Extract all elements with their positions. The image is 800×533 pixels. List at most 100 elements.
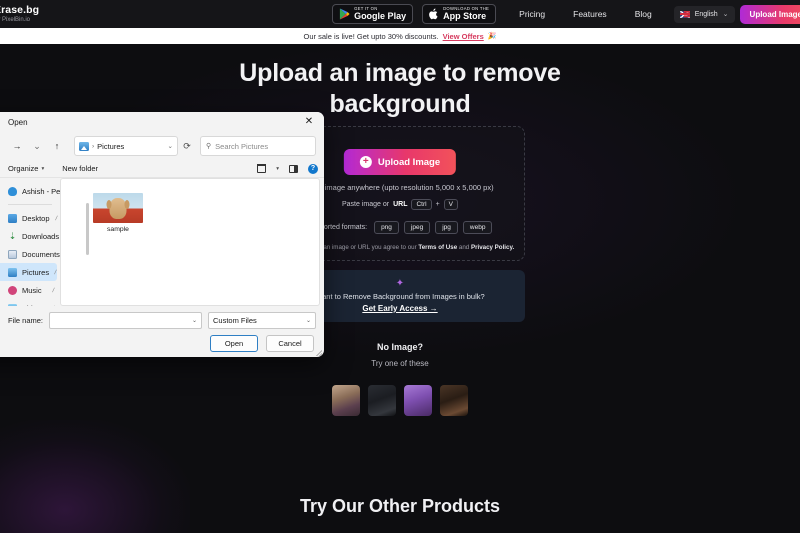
file-name-row: File name: ⌄ Custom Files ⌄	[8, 312, 316, 329]
key-v: V	[443, 199, 459, 210]
sale-banner: Our sale is live! Get upto 30% discounts…	[0, 28, 800, 44]
key-ctrl: Ctrl	[411, 199, 432, 210]
sale-text: Our sale is live! Get upto 30% discounts…	[303, 31, 439, 41]
site-logo[interactable]: Erase.bg by PixelBin.io	[0, 5, 39, 23]
sidebar-item-downloads[interactable]: ⇣ Downloads \	[0, 227, 60, 245]
new-folder-button[interactable]: New folder	[62, 164, 98, 173]
breadcrumb[interactable]: › Pictures ⌄	[74, 136, 178, 156]
upload-image-button[interactable]: + Upload Image	[343, 149, 457, 175]
upload-image-label: Upload Image	[377, 156, 441, 168]
downloads-icon: ⇣	[8, 230, 17, 241]
terms-and: and	[458, 244, 470, 251]
file-list-area[interactable]: sample	[60, 178, 320, 306]
hero-title-line1: Upload an image to remove	[239, 59, 561, 87]
apple-icon	[429, 8, 438, 20]
refresh-icon[interactable]: ⟳	[178, 141, 196, 152]
chevron-down-icon: ⌄	[305, 318, 311, 324]
google-play-button[interactable]: GET IT ON Google Play	[332, 4, 414, 24]
format-png: png	[374, 221, 399, 234]
sidebar-item-music[interactable]: Music \	[0, 281, 60, 299]
sample-image-3[interactable]	[404, 385, 432, 416]
cancel-button[interactable]: Cancel	[266, 335, 314, 352]
pictures-folder-icon	[79, 141, 89, 151]
documents-icon	[8, 249, 17, 259]
organize-label: Organize	[8, 164, 39, 173]
pin-icon: \	[52, 268, 58, 276]
breadcrumb-separator: ›	[92, 142, 95, 150]
logo-name: Erase.bg	[0, 4, 40, 17]
list-item[interactable]: sample	[87, 193, 149, 233]
organize-button[interactable]: Organize ▾	[8, 164, 44, 173]
dog-photo-thumbnail	[93, 193, 143, 223]
paste-prefix: Paste image or	[341, 201, 390, 208]
resize-grip[interactable]	[314, 348, 322, 356]
sidebar-item-label: Ashish - Personal	[22, 186, 60, 196]
sidebar-item-pictures[interactable]: Pictures \	[0, 263, 58, 281]
sidebar-divider	[8, 204, 52, 205]
view-layout-icon[interactable]	[257, 164, 267, 173]
language-label: English	[694, 10, 718, 18]
uk-flag-icon	[679, 10, 690, 18]
nav-pricing[interactable]: Pricing	[519, 9, 545, 19]
open-file-dialog: Open ✕ → ⌄ ↑ › Pictures ⌄ ⟳ ⚲ Search Pic…	[0, 112, 324, 357]
format-jpeg: jpeg	[403, 221, 431, 234]
header-upload-image-button[interactable]: Upload Image	[739, 4, 800, 24]
file-name-input[interactable]: ⌄	[49, 312, 202, 329]
file-type-select[interactable]: Custom Files ⌄	[208, 312, 316, 329]
help-icon[interactable]: ?	[308, 163, 318, 174]
sample-image-2[interactable]	[368, 385, 396, 416]
header-right: GET IT ON Google Play Download on the Ap…	[332, 4, 800, 24]
preview-pane-icon[interactable]	[289, 164, 298, 173]
terms-of-use-link[interactable]: Terms of Use	[418, 244, 457, 251]
desktop-icon	[8, 213, 17, 223]
sidebar-item-desktop[interactable]: Desktop \	[0, 209, 60, 227]
google-play-label: Google Play	[354, 11, 407, 22]
up-icon[interactable]: ↑	[48, 137, 66, 155]
recent-locations-icon[interactable]: ⌄	[28, 137, 46, 155]
dialog-sidebar: Ashish - Personal Desktop \ ⇣ Downloads …	[0, 178, 60, 306]
chevron-down-icon[interactable]: ⌄	[192, 317, 197, 324]
privacy-policy-link[interactable]: Privacy Policy.	[471, 244, 514, 251]
logo-sub: by PixelBin.io	[0, 16, 31, 23]
sidebar-item-onedrive[interactable]: Ashish - Personal	[0, 182, 60, 200]
file-name-label: sample	[107, 226, 129, 233]
get-early-access-link[interactable]: Get Early Access →	[362, 304, 437, 313]
search-input[interactable]: ⚲ Search Pictures	[200, 136, 316, 156]
nav-features[interactable]: Features	[573, 9, 607, 19]
sample-images-row	[0, 385, 800, 416]
close-icon[interactable]: ✕	[294, 112, 324, 132]
sidebar-item-label: Downloads	[22, 231, 60, 241]
dialog-toolbar: Organize ▾ New folder ▾ ?	[0, 160, 324, 178]
nav-blog[interactable]: Blog	[635, 9, 652, 19]
site-header: Erase.bg by PixelBin.io GET IT ON Google…	[0, 0, 800, 28]
chevron-down-icon[interactable]: ⌄	[168, 142, 173, 150]
view-caret-icon[interactable]: ▾	[276, 166, 279, 172]
bulk-text: Want to Remove Background from Images in…	[315, 292, 485, 301]
videos-icon	[8, 303, 17, 306]
pin-icon: \	[50, 305, 56, 306]
view-offers-link[interactable]: View Offers	[443, 32, 484, 41]
dialog-footer: File name: ⌄ Custom Files ⌄ Open Cancel	[0, 306, 324, 352]
dialog-body: Ashish - Personal Desktop \ ⇣ Downloads …	[0, 178, 324, 306]
other-products-title: Try Our Other Products	[299, 496, 501, 516]
sidebar-item-label: Documents	[22, 249, 60, 259]
no-image-subtitle: Try one of these	[371, 359, 429, 368]
forward-icon[interactable]: →	[8, 137, 26, 155]
sidebar-item-documents[interactable]: Documents \	[0, 245, 60, 263]
app-store-button[interactable]: Download on the App Store	[422, 4, 497, 24]
file-type-value: Custom Files	[213, 316, 257, 325]
sample-image-1[interactable]	[332, 385, 360, 416]
app-store-label: App Store	[443, 11, 487, 22]
dialog-title: Open	[8, 117, 28, 127]
paste-url-label: URL	[393, 201, 408, 208]
dog-shape	[106, 198, 130, 219]
party-icon: 🎉	[487, 33, 497, 40]
sidebar-item-videos[interactable]: Videos \	[0, 299, 60, 306]
sidebar-item-label: Pictures	[22, 267, 50, 277]
format-jpg: jpg	[435, 221, 458, 234]
open-button[interactable]: Open	[210, 335, 258, 352]
language-selector[interactable]: English ⌄	[673, 5, 735, 23]
sample-image-4[interactable]	[440, 385, 468, 416]
key-plus: +	[435, 201, 440, 208]
toolbar-right-group: ▾ ?	[257, 163, 318, 174]
